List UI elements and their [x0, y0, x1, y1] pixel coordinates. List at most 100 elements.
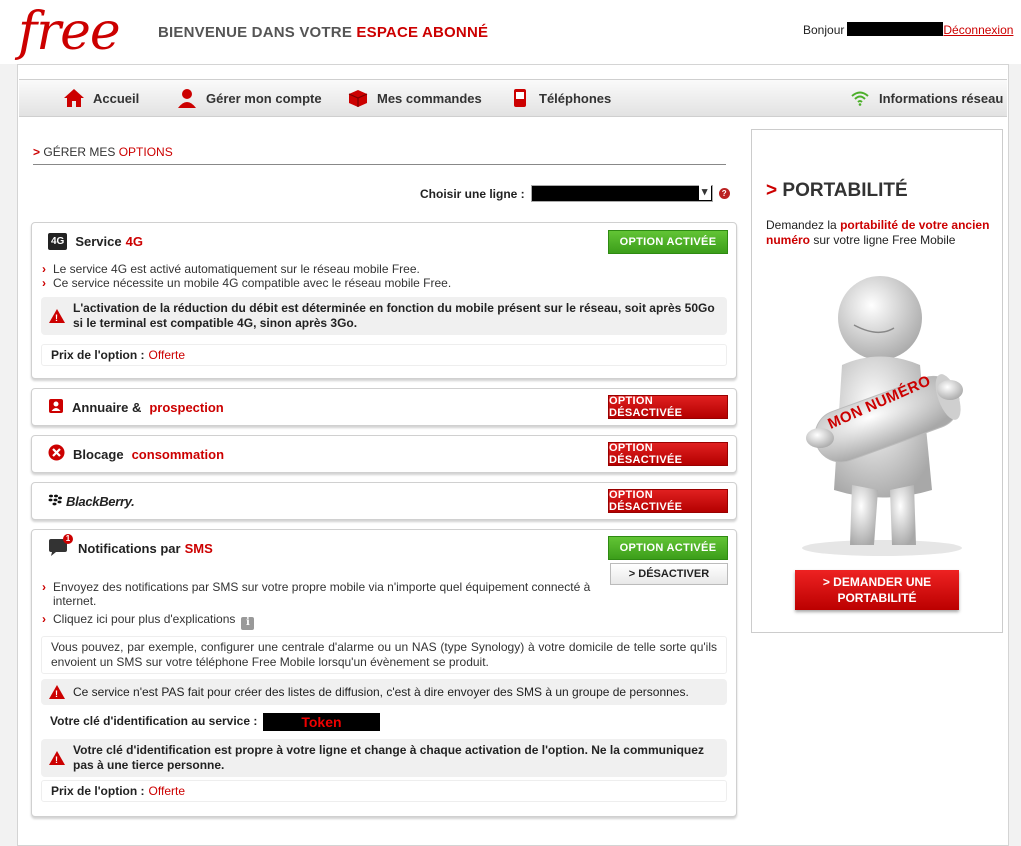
choose-line-label: Choisir une ligne :	[420, 186, 525, 201]
directory-icon	[48, 398, 64, 417]
nav-item-reseau[interactable]: Informations réseau	[849, 80, 1003, 116]
bullet-text: Le service 4G est activé automatiquement…	[53, 262, 420, 276]
request-portability-button[interactable]: > DEMANDER UNE PORTABILITÉ	[795, 570, 959, 610]
block-icon	[48, 444, 65, 464]
price-value: Offerte	[148, 348, 185, 362]
redacted-username	[847, 22, 944, 36]
option-title-red: consommation	[131, 446, 225, 462]
list-item: › Ce service nécessite un mobile 4G compa…	[42, 276, 451, 290]
option-card-blocage: Blocage consommation OPTION DÉSACTIVÉE	[31, 435, 737, 473]
status-button-active[interactable]: OPTION ACTIVÉE	[608, 536, 728, 560]
option-card-sms: 1 Notifications par SMS OPTION ACTIVÉE > …	[31, 529, 737, 817]
logout-link[interactable]: Déconnexion	[943, 23, 1013, 37]
warning-text: Votre clé d'identification est propre à …	[73, 743, 704, 772]
section-arrow: >	[33, 145, 41, 159]
sidebar-title-text: PORTABILITÉ	[782, 180, 908, 201]
4g-icon: 4G	[48, 232, 68, 250]
deactivate-button[interactable]: > DÉSACTIVER	[610, 563, 728, 585]
user-greeting: Bonjour Déconnexion	[803, 22, 1013, 37]
sidebar-text: Demandez la portabilité de votre ancien …	[766, 218, 996, 248]
option-title-red: SMS	[184, 540, 213, 556]
key-value: Token	[263, 713, 380, 731]
nav-item-commandes[interactable]: Mes commandes	[347, 80, 482, 116]
welcome-prefix: BIENVENUE DANS VOTRE	[158, 24, 353, 41]
option-title: Annuaire &	[72, 399, 142, 415]
sidebar-title-arrow: >	[766, 180, 778, 201]
bullet-list: › Le service 4G est activé automatiquemen…	[42, 262, 451, 290]
price-row: Prix de l'option : Offerte	[41, 780, 727, 802]
phone-icon	[509, 87, 531, 109]
status-button-inactive[interactable]: OPTION DÉSACTIVÉE	[608, 442, 728, 466]
blackberry-icon	[48, 494, 62, 509]
bullet-text: Ce service nécessite un mobile 4G compat…	[53, 276, 452, 290]
bullet-arrow-icon: ›	[42, 276, 46, 290]
top-header: free BIENVENUE DANS VOTRE ESPACE ABONNÉ …	[0, 0, 1021, 64]
list-item: › Le service 4G est activé automatiquemen…	[42, 262, 451, 276]
portability-sidebar: > PORTABILITÉ Demandez la portabilité de…	[751, 129, 1003, 633]
nav-item-accueil[interactable]: Accueil	[63, 80, 139, 116]
status-button-active[interactable]: OPTION ACTIVÉE	[608, 230, 728, 254]
status-button-inactive[interactable]: OPTION DÉSACTIVÉE	[608, 489, 728, 513]
key-label: Votre clé d'identification au service :	[50, 714, 258, 728]
card-header: 4G Service 4G	[48, 231, 143, 251]
option-title-red: 4G	[125, 233, 143, 249]
price-row: Prix de l'option : Offerte	[41, 344, 727, 366]
request-portability-label: > DEMANDER UNE PORTABILITÉ	[822, 575, 932, 605]
bullet-list: › Envoyez des notifications par SMS sur v…	[42, 580, 602, 630]
warning-icon	[49, 309, 65, 326]
price-value: Offerte	[148, 784, 185, 798]
free-logo[interactable]: free	[18, 4, 121, 60]
option-title: BlackBerry.	[66, 493, 135, 509]
sidebar-title: > PORTABILITÉ	[766, 180, 908, 202]
price-label: Prix de l'option :	[51, 348, 145, 362]
option-title-red: prospection	[149, 399, 224, 415]
warning-icon	[49, 751, 65, 768]
user-icon	[176, 87, 198, 109]
home-icon	[63, 87, 85, 109]
option-card-blackberry: BlackBerry. OPTION DÉSACTIVÉE	[31, 482, 737, 520]
warning-box: L'activation de la réduction du débit es…	[41, 297, 727, 335]
section-title: > GÉRER MES OPTIONS	[33, 145, 726, 165]
sidebar-text-after: sur votre ligne Free Mobile	[813, 233, 956, 247]
nav-label: Accueil	[93, 90, 140, 106]
warning-box: Votre clé d'identification est propre à …	[41, 739, 727, 777]
nav-label: Téléphones	[539, 90, 612, 106]
info-icon[interactable]: i	[241, 616, 255, 630]
line-chooser: Choisir une ligne : ?	[420, 185, 730, 202]
greeting-text: Bonjour	[803, 23, 845, 37]
help-icon[interactable]: ?	[718, 188, 730, 199]
explanations-link[interactable]: Cliquez ici pour plus d'explications	[53, 612, 235, 626]
info-box: Vous pouvez, par exemple, configurer une…	[41, 636, 727, 674]
nav-item-telephones[interactable]: Téléphones	[509, 80, 611, 116]
card-header: 1 Notifications par SMS	[48, 534, 213, 558]
line-select[interactable]	[530, 185, 713, 202]
key-row: Votre clé d'identification au service : T…	[50, 713, 380, 731]
bullet-arrow-icon: ›	[42, 612, 46, 626]
status-button-inactive[interactable]: OPTION DÉSACTIVÉE	[608, 395, 728, 419]
welcome-highlight: ESPACE ABONNÉ	[356, 24, 489, 41]
card-header: Blocage consommation	[48, 444, 224, 464]
option-title: Blocage	[73, 446, 124, 462]
option-card-annuaire: Annuaire & prospection OPTION DÉSACTIVÉE	[31, 388, 737, 426]
warning-box: Ce service n'est PAS fait pour créer des…	[41, 679, 727, 705]
list-item[interactable]: › Cliquez ici pour plus d'explications i	[42, 612, 602, 630]
bullet-arrow-icon: ›	[42, 262, 46, 276]
card-header: BlackBerry.	[48, 491, 135, 511]
sms-bubble-icon: 1	[48, 534, 73, 557]
warning-text: L'activation de la réduction du débit es…	[73, 301, 715, 330]
nav-label: Gérer mon compte	[206, 90, 322, 106]
warning-icon	[49, 685, 65, 702]
welcome-title: BIENVENUE DANS VOTRE ESPACE ABONNÉ	[158, 24, 488, 41]
card-header: Annuaire & prospection	[48, 397, 224, 417]
portability-illustration: MON NUMÉRO	[782, 260, 982, 560]
nav-label: Mes commandes	[377, 90, 482, 106]
bullet-arrow-icon: ›	[42, 580, 46, 594]
list-item: › Envoyez des notifications par SMS sur v…	[42, 580, 602, 608]
bullet-text: Envoyez des notifications par SMS sur vo…	[53, 580, 591, 608]
section-title-red: OPTIONS	[118, 145, 173, 159]
nav-item-compte[interactable]: Gérer mon compte	[176, 80, 322, 116]
main-nav: Accueil Gérer mon compte Mes commandes T…	[19, 79, 1007, 117]
wifi-icon	[849, 87, 871, 109]
sidebar-text-before: Demandez la	[766, 218, 837, 232]
content-frame: Accueil Gérer mon compte Mes commandes T…	[17, 64, 1009, 846]
